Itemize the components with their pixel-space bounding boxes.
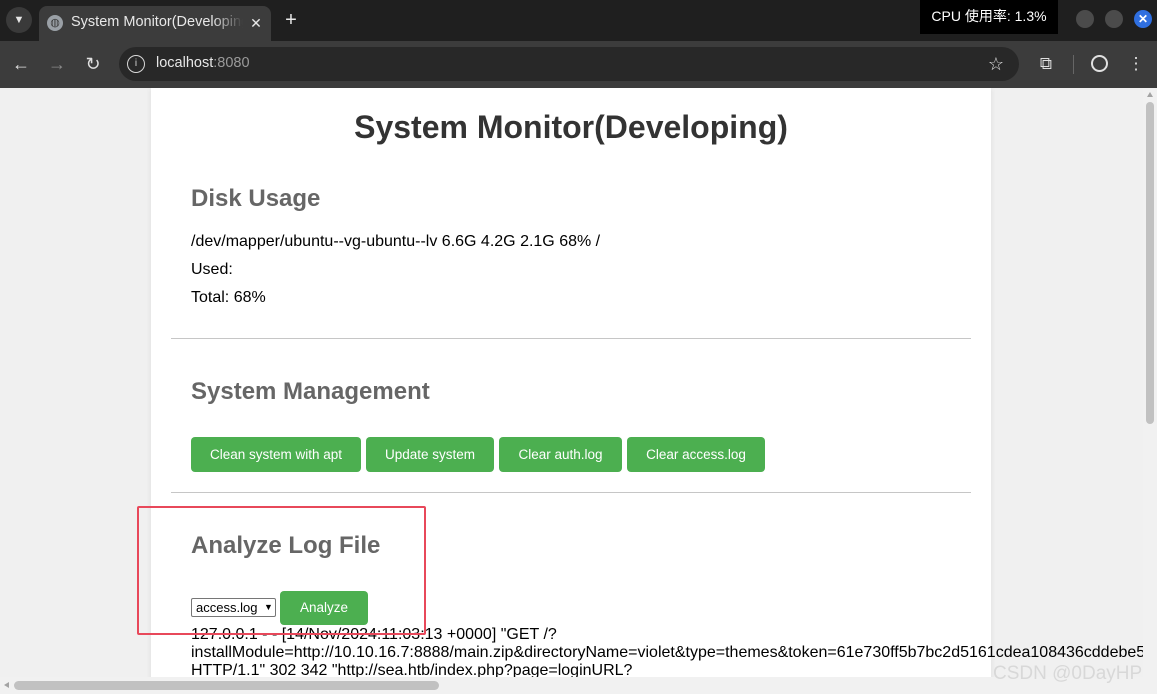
forward-button[interactable]: → <box>46 53 68 75</box>
site-info-icon[interactable]: i <box>127 55 145 73</box>
menu-kebab-icon[interactable]: ⋮ <box>1125 53 1147 75</box>
section-divider <box>171 338 971 339</box>
back-button[interactable]: ← <box>10 53 32 75</box>
window-close-button[interactable]: ✕ <box>1134 10 1152 28</box>
active-tab[interactable]: ◍ System Monitor(Developing) ✕ <box>39 6 271 41</box>
reload-button[interactable]: ↻ <box>82 53 104 75</box>
url-text[interactable]: localhost:8080 <box>156 55 250 71</box>
log-line: installModule=http://10.10.16.7:8888/mai… <box>191 644 1143 661</box>
horizontal-scroll-thumb[interactable] <box>14 681 439 690</box>
maximize-button[interactable] <box>1105 10 1123 28</box>
disk-usage-line: /dev/mapper/ubuntu--vg-ubuntu--lv 6.6G 4… <box>191 233 601 250</box>
scroll-up-arrow-icon[interactable] <box>1147 92 1153 97</box>
globe-icon: ◍ <box>47 15 63 31</box>
system-management-heading: System Management <box>191 378 430 405</box>
vertical-scrollbar[interactable] <box>1143 88 1157 677</box>
toolbar-divider <box>1073 55 1074 74</box>
scroll-left-arrow-icon[interactable] <box>4 682 9 688</box>
section-divider <box>171 492 971 493</box>
page-title: System Monitor(Developing) <box>354 109 788 145</box>
new-tab-button[interactable]: + <box>281 10 301 30</box>
tab-search-button[interactable]: ▼ <box>6 7 32 33</box>
minimize-button[interactable] <box>1076 10 1094 28</box>
clean-apt-button[interactable]: Clean system with apt <box>191 437 361 472</box>
clear-access-log-button[interactable]: Clear access.log <box>627 437 765 472</box>
disk-usage-heading: Disk Usage <box>191 185 321 212</box>
extensions-icon[interactable]: ⧉ <box>1035 53 1057 75</box>
page-viewport: System Monitor(Developing) Disk Usage /d… <box>0 88 1143 677</box>
url-port: :8080 <box>213 55 250 71</box>
tab-strip: ▼ ◍ System Monitor(Developing) ✕ + CPU 使… <box>0 0 1157 41</box>
url-host: localhost <box>156 55 214 71</box>
clear-auth-log-button[interactable]: Clear auth.log <box>499 437 622 472</box>
disk-total-label: Total: 68% <box>191 289 266 306</box>
update-system-button[interactable]: Update system <box>366 437 494 472</box>
vertical-scroll-thumb[interactable] <box>1146 102 1154 424</box>
disk-used-label: Used: <box>191 261 233 278</box>
close-icon[interactable]: ✕ <box>247 14 265 32</box>
browser-toolbar: ← → ↻ i localhost:8080 ☆ ⧉ ⋮ <box>0 41 1157 88</box>
csdn-watermark: CSDN @0DayHP <box>993 663 1143 684</box>
horizontal-scrollbar[interactable] <box>0 677 1157 694</box>
address-bar[interactable]: i localhost:8080 ☆ <box>119 47 1019 81</box>
cpu-usage-indicator: CPU 使用率: 1.3% <box>920 0 1058 34</box>
profile-icon[interactable] <box>1091 55 1108 72</box>
annotation-highlight-box <box>137 506 426 635</box>
tab-title: System Monitor(Developing) <box>71 14 243 30</box>
bookmark-star-icon[interactable]: ☆ <box>985 53 1007 75</box>
